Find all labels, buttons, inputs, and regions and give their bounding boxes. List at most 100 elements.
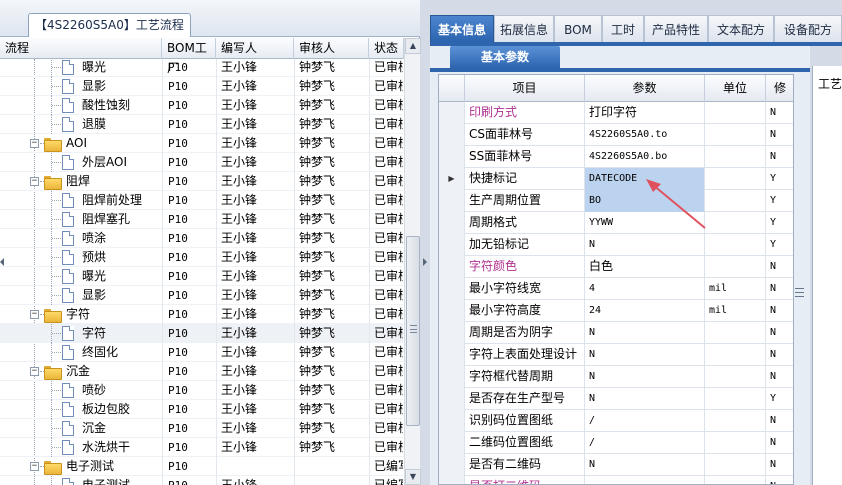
unit-cell[interactable] [705,102,766,124]
unit-cell[interactable] [705,190,766,212]
row-header[interactable] [439,102,465,124]
param-cell[interactable]: 24 [585,300,705,322]
unit-cell[interactable]: mil [705,278,766,300]
tree-row[interactable]: 阻焊塞孔 P10王小锋钟梦飞已审核 [0,210,403,229]
row-header[interactable] [439,388,465,410]
grid-splitter-grip-icon[interactable] [795,283,805,303]
row-header[interactable] [439,190,465,212]
param-cell[interactable]: 4S2260S5A0.bo [585,146,705,168]
tree-row[interactable]: 终固化 P10王小锋钟梦飞已审核 [0,343,403,362]
param-cell[interactable]: DATECODE [585,168,705,190]
tree-row[interactable]: 阻焊前处理 P10王小锋钟梦飞已审核 [0,191,403,210]
row-header[interactable] [439,212,465,234]
unit-cell[interactable] [705,322,766,344]
tree-folder-row[interactable]: − AOI P10王小锋钟梦飞已审核 [0,134,403,153]
col-header-bom[interactable]: BOM工厂 [162,38,216,75]
collapse-icon[interactable]: − [30,139,39,148]
row-header[interactable] [439,234,465,256]
row-header[interactable] [439,454,465,476]
tree-row[interactable]: 预烘 P10王小锋钟梦飞已审核 [0,248,403,267]
main-tab[interactable]: 拓展信息 [494,15,554,43]
main-tab[interactable]: 文本配方 [708,15,774,43]
collapse-icon[interactable]: − [30,367,39,376]
main-tab[interactable]: 工时 [602,15,644,43]
tree-row[interactable]: 曝光 P10王小锋钟梦飞已审核 [0,59,403,77]
pane-splitter[interactable] [421,0,430,485]
grid-row[interactable]: 加无铅标记 N Y [439,234,793,256]
row-header[interactable] [439,476,465,484]
main-tab[interactable]: 设备配方 [774,15,842,43]
modify-cell[interactable]: N [766,278,793,300]
grid-row[interactable]: CS面菲林号 4S2260S5A0.to N [439,124,793,146]
row-header[interactable] [439,256,465,278]
tree-row[interactable]: 字符 P10王小锋钟梦飞已审核 [0,324,403,343]
tree-row[interactable]: 板边包胶 P10王小锋钟梦飞已审核 [0,400,403,419]
tree-row[interactable]: 曝光 P10王小锋钟梦飞已审核 [0,267,403,286]
param-cell[interactable]: N [585,366,705,388]
tree-row[interactable]: 电子测试 P10王小锋 已编写 [0,476,403,485]
row-header[interactable] [439,300,465,322]
row-header[interactable] [439,278,465,300]
splitter-right-arrow-icon[interactable] [423,258,427,266]
unit-cell[interactable] [705,124,766,146]
modify-cell[interactable]: Y [766,168,793,190]
collapse-icon[interactable]: − [30,462,39,471]
param-cell[interactable]: / [585,410,705,432]
main-tab[interactable]: 基本信息 [430,15,494,43]
unit-cell[interactable] [705,344,766,366]
row-header[interactable] [439,344,465,366]
tree-row[interactable]: 显影 P10王小锋钟梦飞已审核 [0,77,403,96]
collapse-icon[interactable]: − [30,310,39,319]
modify-cell[interactable]: N [766,476,793,484]
tree-folder-row[interactable]: − 阻焊 P10王小锋钟梦飞已审核 [0,172,403,191]
col-header-param[interactable]: 参数 [585,75,705,102]
scroll-down-icon[interactable]: ▼ [405,469,421,485]
unit-cell[interactable] [705,410,766,432]
row-header[interactable] [439,124,465,146]
modify-cell[interactable]: N [766,454,793,476]
grid-row[interactable]: 周期是否为阴字 N N [439,322,793,344]
param-cell[interactable]: YYWW [585,212,705,234]
param-cell[interactable]: 4S2260S5A0.to [585,124,705,146]
param-cell[interactable]: N [585,234,705,256]
tab-process-flow[interactable]: 【4S2260S5A0】工艺流程 [28,13,191,37]
modify-cell[interactable]: N [766,256,793,278]
param-cell[interactable]: 打印字符 [585,102,705,124]
col-header-modify[interactable]: 修 [766,75,793,102]
grid-row[interactable]: 字符颜色 白色 N [439,256,793,278]
scroll-up-icon[interactable]: ▲ [405,38,421,54]
modify-cell[interactable]: N [766,366,793,388]
col-header-unit[interactable]: 单位 [705,75,766,102]
unit-cell[interactable] [705,476,766,484]
unit-cell[interactable] [705,388,766,410]
collapse-icon[interactable]: − [30,177,39,186]
modify-cell[interactable]: N [766,344,793,366]
param-cell[interactable]: 白色 [585,256,705,278]
param-cell[interactable]: BO [585,190,705,212]
unit-cell[interactable]: mil [705,300,766,322]
tree-folder-row[interactable]: − 字符 P10王小锋钟梦飞已审核 [0,305,403,324]
row-header[interactable] [439,410,465,432]
row-header[interactable] [439,432,465,454]
tree-folder-row[interactable]: − 电子测试 P10 已编写 [0,457,403,476]
col-header-status[interactable]: 状态 [369,38,404,59]
unit-cell[interactable] [705,212,766,234]
grid-row[interactable]: 识别码位置图纸 / N [439,410,793,432]
tree-row[interactable]: 沉金 P10王小锋钟梦飞已审核 [0,419,403,438]
row-header[interactable] [439,146,465,168]
modify-cell[interactable]: N [766,146,793,168]
col-header-reviewer[interactable]: 审核人 [294,38,369,59]
grid-row[interactable]: 二维码位置图纸 / N [439,432,793,454]
grid-row[interactable]: 最小字符线宽 4 mil N [439,278,793,300]
grid-row[interactable]: 周期格式 YYWW Y [439,212,793,234]
tree-scrollbar[interactable]: ▲ ▼ [404,38,421,485]
tree-folder-row[interactable]: − 沉金 P10王小锋钟梦飞已审核 [0,362,403,381]
tree-row[interactable]: 酸性蚀刻 P10王小锋钟梦飞已审核 [0,96,403,115]
modify-cell[interactable]: Y [766,212,793,234]
tree-row[interactable]: 外层AOI P10王小锋钟梦飞已审核 [0,153,403,172]
modify-cell[interactable]: N [766,432,793,454]
tree-row[interactable]: 水洗烘干 P10王小锋钟梦飞已审核 [0,438,403,457]
modify-cell[interactable]: Y [766,234,793,256]
main-tab[interactable]: 产品特性 [644,15,708,43]
modify-cell[interactable]: N [766,300,793,322]
